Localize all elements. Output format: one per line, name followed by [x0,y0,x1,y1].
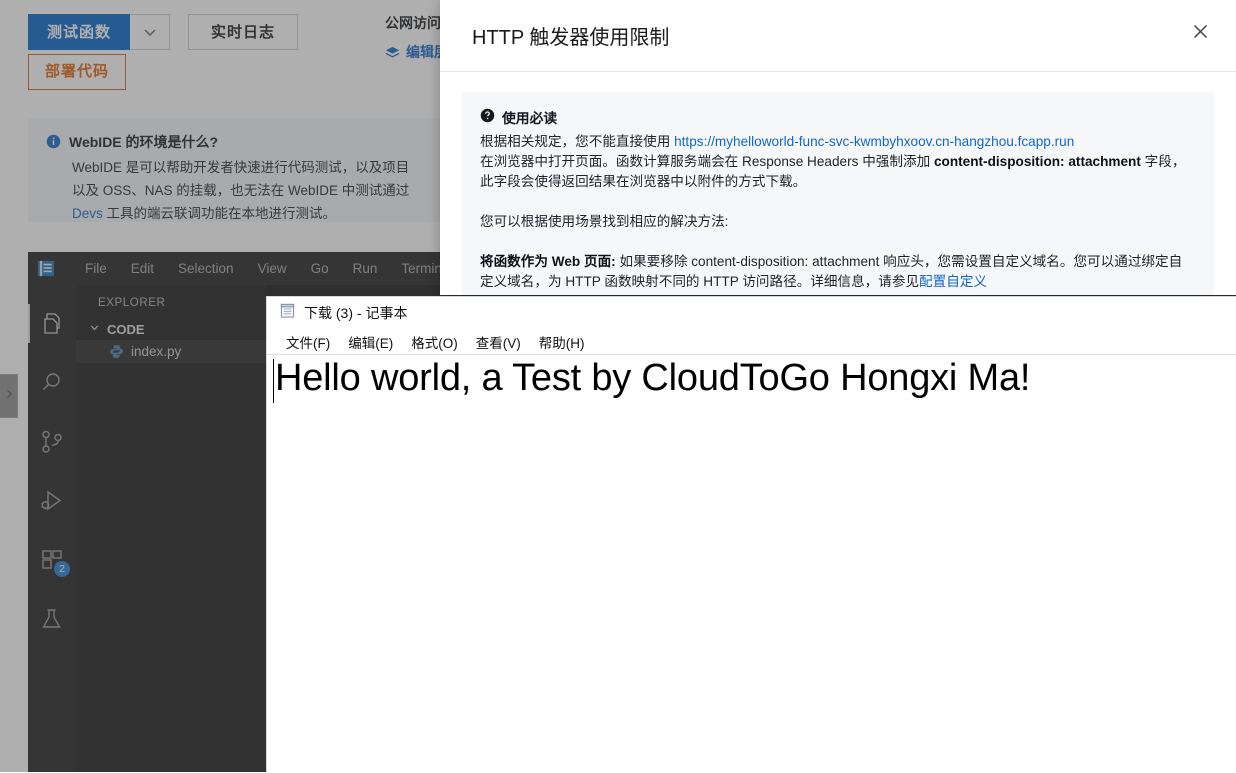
notice-heading-label: 使用必读 [502,109,557,129]
notepad-menubar: 文件(F) 编辑(E) 格式(O) 查看(V) 帮助(H) [267,329,1236,355]
notice-p1-bold: content-disposition: attachment [934,154,1141,169]
function-url-link[interactable]: https://myhelloworld-func-svc-kwmbyhxoov… [674,134,1074,149]
dialog-title: HTTP 触发器使用限制 [472,21,669,50]
notice-paragraph-1b: 在浏览器中打开页面。函数计算服务端会在 Response Headers 中强制… [480,152,1194,192]
notepad-title-text: 下载 (3) - 记事本 [304,303,407,323]
http-trigger-limits-dialog: HTTP 触发器使用限制 使用必读 根据相关规定，您不能直接使用 https:/… [440,0,1236,295]
notice-p3-bold: 将函数作为 Web 页面: [480,254,616,269]
notepad-title-bar[interactable]: 下载 (3) - 记事本 [267,297,1236,329]
notice-heading: 使用必读 [480,108,1194,129]
notepad-menu-format[interactable]: 格式(O) [402,332,467,352]
dialog-body: 使用必读 根据相关规定，您不能直接使用 https://myhelloworld… [440,72,1236,295]
notepad-text-area[interactable]: Hello world, a Test by CloudToGo Hongxi … [267,355,1236,773]
notepad-menu-file[interactable]: 文件(F) [277,332,339,352]
dialog-close-button[interactable] [1188,22,1212,46]
notepad-window: 下载 (3) - 记事本 文件(F) 编辑(E) 格式(O) 查看(V) 帮助(… [266,296,1236,773]
notice-paragraph-3: 将函数作为 Web 页面: 如果要移除 content-disposition:… [480,252,1194,292]
notepad-menu-edit[interactable]: 编辑(E) [339,332,402,352]
notice-spacer-2 [480,232,1194,252]
dialog-header: HTTP 触发器使用限制 [440,0,1236,72]
question-circle-icon [480,108,495,129]
notepad-icon [279,302,296,324]
notice-paragraph-2: 您可以根据使用场景找到相应的解决方法: [480,212,1194,232]
notepad-content-text: Hello world, a Test by CloudToGo Hongxi … [275,357,1030,400]
notice-p1-mid: 在浏览器中打开页面。函数计算服务端会在 Response Headers 中强制… [480,154,934,169]
notice-spacer [480,192,1194,212]
custom-domain-link[interactable]: 配置自定义 [919,274,987,289]
close-icon [1192,23,1209,45]
notice-paragraph-1: 根据相关规定，您不能直接使用 https://myhelloworld-func… [480,132,1194,152]
notepad-menu-view[interactable]: 查看(V) [467,332,530,352]
notepad-menu-help[interactable]: 帮助(H) [530,332,594,352]
text-caret [273,359,274,403]
notice-p1-pre: 根据相关规定，您不能直接使用 [480,134,674,149]
usage-notice-box: 使用必读 根据相关规定，您不能直接使用 https://myhelloworld… [462,92,1214,295]
